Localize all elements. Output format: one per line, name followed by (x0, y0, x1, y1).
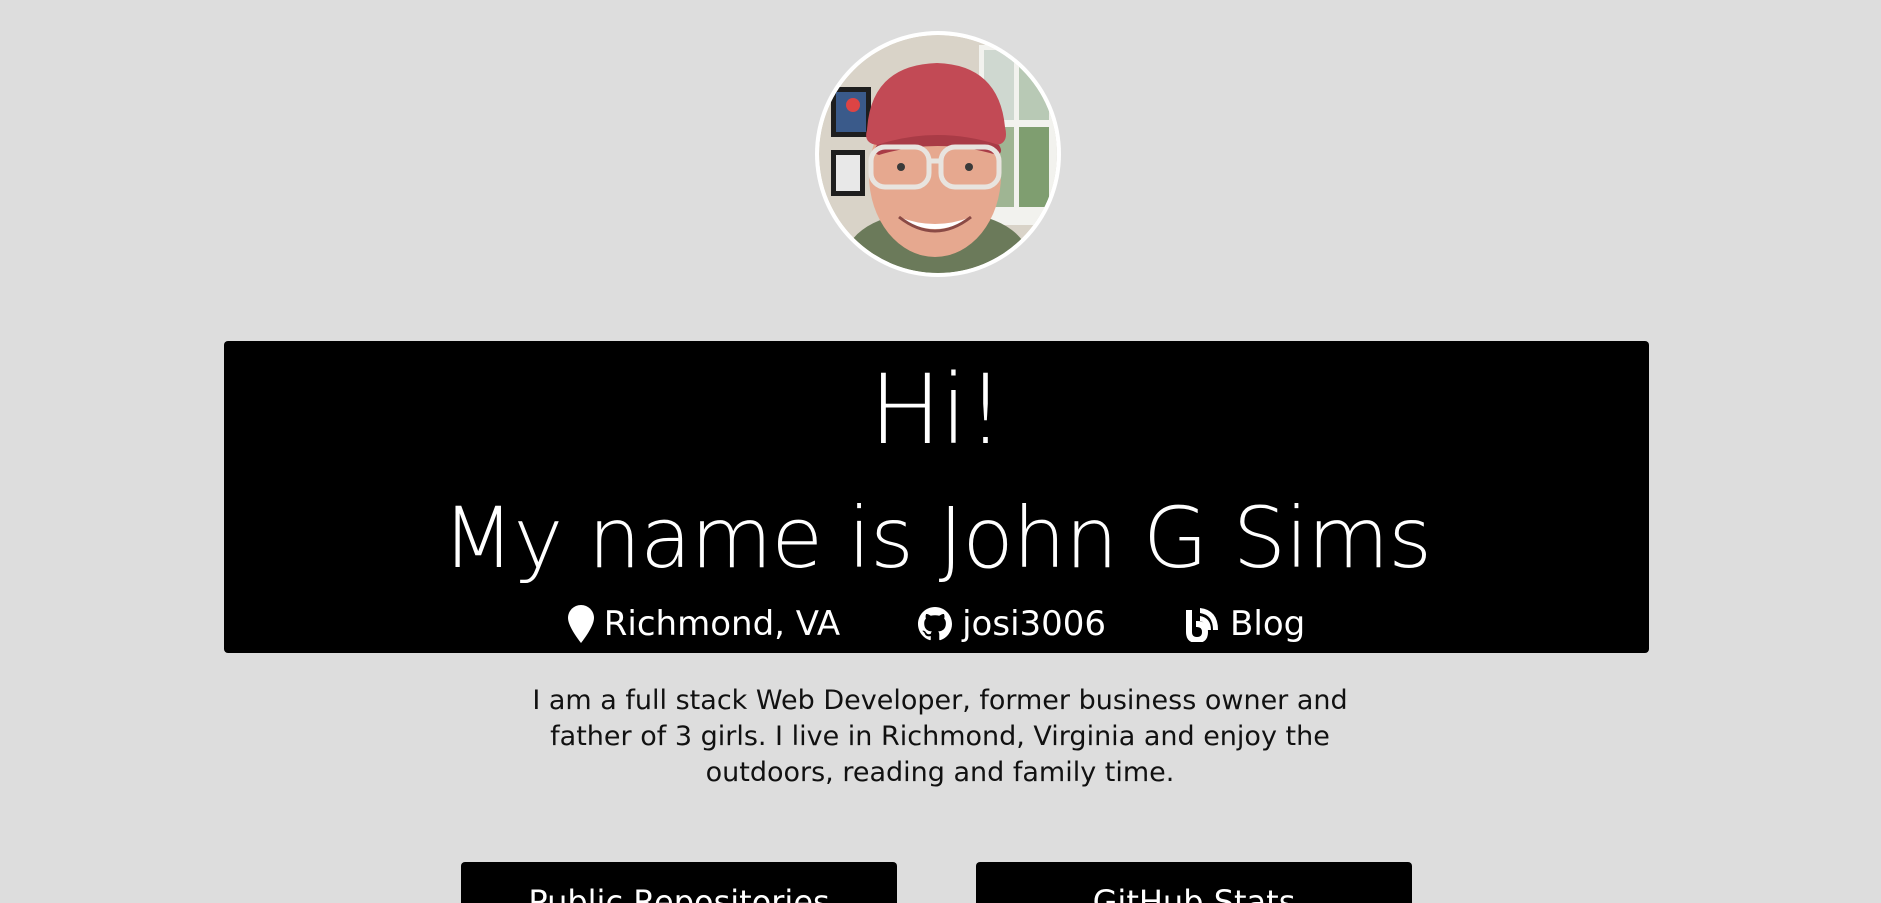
avatar-frame (815, 31, 1061, 277)
github-link[interactable]: josi3006 (918, 601, 1106, 647)
greeting-heading: Hi! (869, 354, 1004, 466)
github-handle-text: josi3006 (962, 604, 1107, 644)
contact-links: Richmond, VA josi3006 Blog (224, 601, 1649, 647)
intro-banner: Hi! My name is John G Sims Richmond, VA … (224, 341, 1649, 653)
location-text: Richmond, VA (603, 604, 841, 644)
public-repositories-button[interactable]: Public Repositories (461, 862, 897, 903)
location-link[interactable]: Richmond, VA (567, 601, 841, 647)
github-stats-button[interactable]: GitHub Stats (976, 862, 1412, 903)
bio-paragraph: I am a full stack Web Developer, former … (532, 685, 1348, 788)
name-heading: My name is John G Sims (442, 489, 1432, 587)
map-pin-icon (567, 605, 594, 643)
blog-text: Blog (1230, 604, 1306, 644)
profile-page: Hi! My name is John G Sims Richmond, VA … (0, 0, 1881, 903)
avatar (819, 35, 1057, 273)
blog-icon (1186, 608, 1219, 642)
blog-link[interactable]: Blog (1184, 601, 1305, 647)
github-icon (918, 607, 953, 641)
